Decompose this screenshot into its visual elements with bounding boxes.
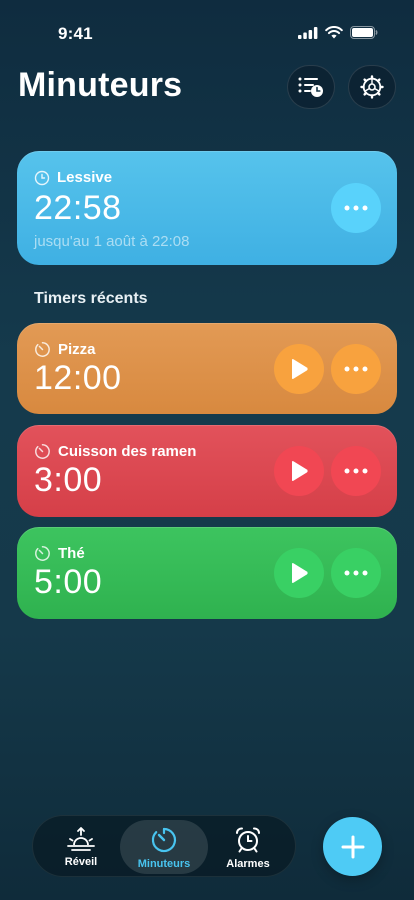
plus-icon (341, 835, 364, 858)
start-button[interactable] (274, 446, 324, 496)
status-icons (298, 26, 378, 39)
recent-timer-card[interactable]: Pizza 12:00 (17, 323, 397, 414)
timer-icon (35, 342, 50, 357)
tab-alarmes[interactable]: Alarmes (204, 820, 292, 874)
timer-remaining: 22:58 (34, 189, 122, 227)
timer-icon (35, 444, 50, 459)
tab-label: Alarmes (226, 858, 270, 870)
list-clock-icon (298, 77, 323, 97)
recent-timers-heading: Timers récents (34, 290, 148, 307)
timer-label-row: Lessive (34, 169, 112, 186)
start-button[interactable] (274, 548, 324, 598)
alarm-clock-icon (235, 827, 261, 853)
timer-duration: 5:00 (34, 563, 103, 601)
tab-minuteurs[interactable]: Minuteurs (120, 820, 208, 874)
timer-label: Cuisson des ramen (58, 443, 197, 460)
timer-label-row: Cuisson des ramen (34, 443, 196, 460)
more-options-button[interactable] (331, 183, 381, 233)
wifi-icon (325, 26, 343, 39)
sunrise-icon (67, 827, 95, 851)
battery-icon (350, 26, 378, 39)
timer-duration: 12:00 (34, 359, 122, 397)
page-title: Minuteurs (18, 66, 183, 104)
tab-label: Réveil (64, 856, 98, 868)
active-timer-card[interactable]: Lessive 22:58 jusqu'au 1 août à 22:08 (17, 151, 397, 265)
ellipsis-icon (344, 366, 368, 372)
timer-duration: 3:00 (34, 461, 103, 499)
tab-label: Minuteurs (137, 858, 191, 870)
ellipsis-icon (344, 468, 368, 474)
timer-label: Thé (58, 545, 85, 562)
tab-reveil[interactable]: Réveil (37, 820, 125, 874)
cellular-signal-icon (298, 26, 318, 39)
timer-list-button[interactable] (287, 65, 335, 109)
timer-icon (35, 546, 50, 561)
timer-end-time: jusqu'au 1 août à 22:08 (34, 233, 190, 250)
more-options-button[interactable] (331, 446, 381, 496)
add-timer-button[interactable] (323, 817, 382, 876)
recent-timer-card[interactable]: Cuisson des ramen 3:00 (17, 425, 397, 517)
timer-label-row: Pizza (34, 341, 96, 358)
gear-icon (360, 75, 384, 99)
timer-icon (151, 827, 177, 853)
play-icon (292, 359, 308, 379)
timer-label: Lessive (57, 169, 113, 186)
settings-button[interactable] (348, 65, 396, 109)
ellipsis-icon (344, 570, 368, 576)
start-button[interactable] (274, 344, 324, 394)
play-icon (292, 563, 308, 583)
more-options-button[interactable] (331, 548, 381, 598)
clock-icon (34, 170, 50, 185)
status-bar: 9:41 (0, 0, 414, 60)
more-options-button[interactable] (331, 344, 381, 394)
status-time: 9:41 (58, 24, 93, 43)
ellipsis-icon (344, 205, 368, 211)
timer-label-row: Thé (34, 545, 85, 562)
recent-timer-card[interactable]: Thé 5:00 (17, 527, 397, 619)
timer-label: Pizza (58, 341, 96, 358)
tab-bar: Réveil Minuteurs Alarmes (32, 815, 296, 877)
play-icon (292, 461, 308, 481)
